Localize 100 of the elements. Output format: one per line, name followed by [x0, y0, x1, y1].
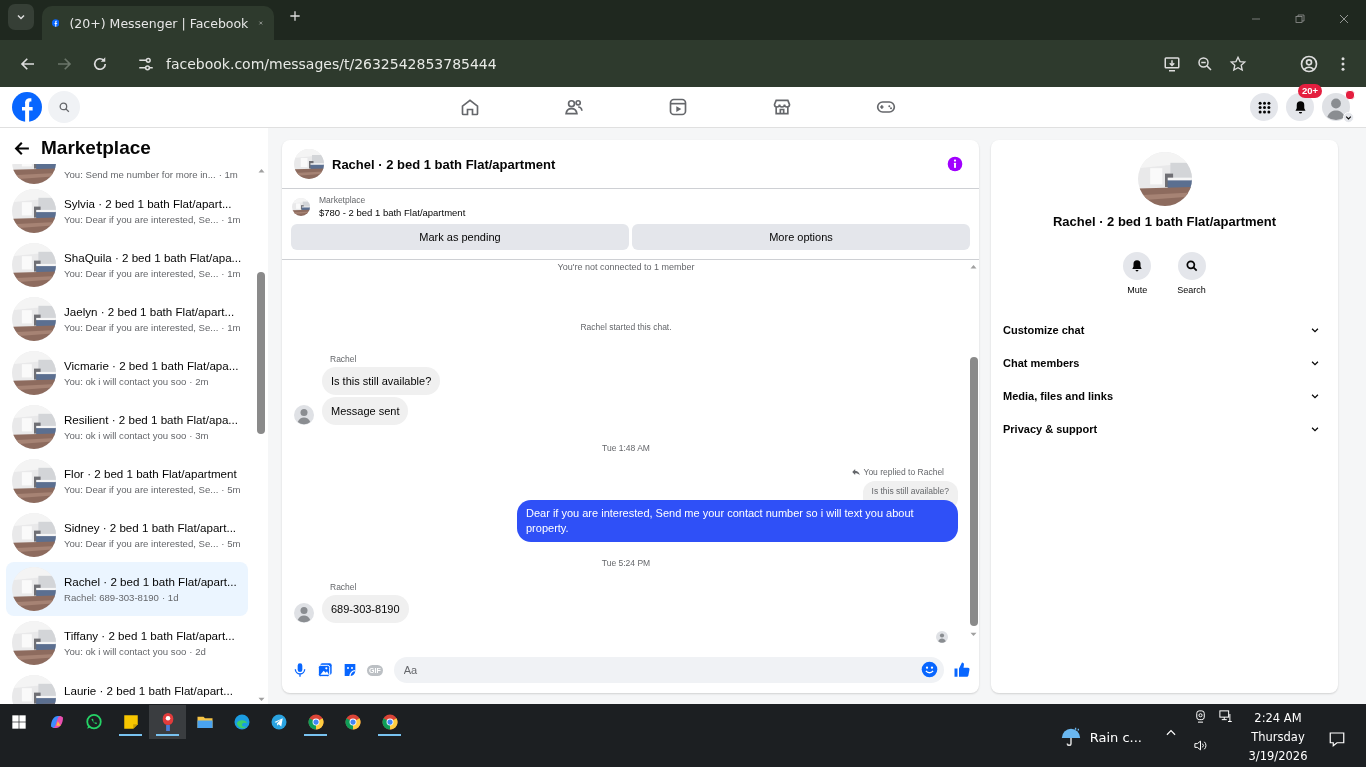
- info-icon[interactable]: [947, 156, 963, 172]
- search-button[interactable]: [48, 91, 80, 123]
- action-label: Mute: [1127, 285, 1148, 295]
- clock-time[interactable]: 2:24 AM: [1254, 709, 1302, 728]
- weather-text[interactable]: Rain c...: [1089, 729, 1142, 745]
- running-indicator: [378, 734, 401, 736]
- wave-icon: [232, 713, 251, 731]
- thread-title: Rachel · 2 bed 1 bath Flat/apart...: [64, 575, 237, 588]
- thread-title: ShaQuila · 2 bed 1 bath Flat/apa...: [64, 251, 242, 264]
- icon-button[interactable]: [1123, 252, 1152, 280]
- running-indicator: [119, 734, 142, 736]
- microphone-icon[interactable]: [292, 662, 308, 678]
- video-icon[interactable]: [668, 97, 688, 117]
- thread-item[interactable]: You: Send me number for more in... · 1m: [6, 164, 248, 184]
- new-tab-icon[interactable]: [288, 9, 302, 23]
- clock-date[interactable]: 3/19/2026: [1248, 747, 1308, 766]
- thread-preview: Rachel: 689-303-8190: [64, 592, 159, 603]
- thread-item[interactable]: ShaQuila · 2 bed 1 bath Flat/apa... You: Dear if you are interested, Se... · 1m: [6, 238, 248, 292]
- thread-title: Tiffany · 2 bed 1 bath Flat/apart...: [64, 629, 235, 642]
- timestamp: Tue 5:24 PM: [601, 558, 651, 568]
- thread-preview: You: ok i will contact you soo: [64, 376, 187, 387]
- star-icon[interactable]: [1229, 54, 1247, 73]
- message-bubble: Dear if you are interested, Send me your contact number so i will text you about property.: [517, 500, 958, 542]
- close-icon[interactable]: [1338, 13, 1350, 25]
- speaker-icon[interactable]: [1192, 738, 1208, 753]
- message-bubble: 689-303-8190: [322, 595, 409, 623]
- thread-title: Vicmarie · 2 bed 1 bath Flat/apa...: [64, 359, 239, 372]
- logo-icon[interactable]: [12, 92, 42, 122]
- people-icon[interactable]: [564, 97, 584, 117]
- thread-item[interactable]: Vicmarie · 2 bed 1 bath Flat/apa... You: ok i will contact you soo · 2m: [6, 346, 248, 400]
- message-field[interactable]: Aa: [393, 657, 944, 683]
- section-label[interactable]: Customize chat: [1003, 323, 1085, 336]
- thread-time: · 1m: [218, 168, 238, 180]
- notifications-button[interactable]: [1286, 93, 1314, 121]
- system-message: Rachel started this chat.: [580, 322, 672, 332]
- thread-time: · 1m: [221, 214, 241, 225]
- umbrella-icon[interactable]: [1059, 726, 1082, 748]
- zoom-icon[interactable]: [1196, 54, 1214, 73]
- network-icon[interactable]: [1217, 709, 1233, 724]
- action-button[interactable]: More options: [632, 224, 970, 250]
- thread-preview: You: Send me number for more in...: [64, 168, 216, 180]
- menu-button[interactable]: [1250, 93, 1278, 121]
- scrollbar-thumb[interactable]: [969, 357, 978, 626]
- action-label: Search: [1177, 285, 1206, 295]
- sidebar-title: Marketplace: [41, 137, 151, 159]
- thread-item[interactable]: Jaelyn · 2 bed 1 bath Flat/apart... You: Dear if you are interested, Se... · 1m: [6, 292, 248, 346]
- running-indicator: [156, 734, 179, 736]
- thread-item[interactable]: Sidney · 2 bed 1 bath Flat/apart... You: Dear if you are interested, Se... · 5m: [6, 508, 248, 562]
- section-label[interactable]: Media, files and links: [1003, 389, 1114, 402]
- photo-icon[interactable]: [317, 662, 333, 678]
- thread-preview: You: Dear if you are interested, Se...: [64, 538, 219, 549]
- tricolor-circle-icon: [306, 713, 325, 731]
- grid-icon: [1256, 99, 1272, 115]
- note-icon: [121, 713, 140, 731]
- thread-time: · 2m: [189, 376, 209, 387]
- scroll-up-icon[interactable]: [256, 166, 266, 175]
- message-bubble: Message sent: [322, 397, 409, 425]
- section-label[interactable]: Chat members: [1003, 356, 1080, 369]
- sticker-icon[interactable]: [342, 662, 358, 678]
- taskbar-app[interactable]: [149, 705, 186, 739]
- section-label[interactable]: Privacy & support: [1003, 422, 1098, 435]
- thread-preview: You: ok i will contact you soo: [64, 430, 187, 441]
- thread-preview: You: ok i will contact you soo: [64, 646, 187, 657]
- store-icon[interactable]: [772, 97, 792, 117]
- scrollbar-thumb[interactable]: [257, 272, 265, 434]
- chat-title: Rachel · 2 bed 1 bath Flat/apartment: [1052, 214, 1277, 229]
- chevron-down-icon[interactable]: [1343, 112, 1354, 123]
- browser-tab[interactable]: (20+) Messenger | Facebook: [42, 6, 274, 40]
- thread-preview: You: Dear if you are interested, Se...: [64, 322, 219, 333]
- thread-item[interactable]: Rachel · 2 bed 1 bath Flat/apart... Rachel: 689-303-8190 · 1d: [6, 562, 248, 616]
- avatar-icon: [294, 603, 314, 623]
- thread-preview: You: Dear if you are interested, Se...: [64, 484, 219, 495]
- restore-icon[interactable]: [1294, 13, 1306, 25]
- thread-title: Jaelyn · 2 bed 1 bath Flat/apart...: [64, 305, 236, 318]
- thread-item[interactable]: Sylvia · 2 bed 1 bath Flat/apart... You: Dear if you are interested, Se... · 1m: [6, 184, 248, 238]
- profile-icon[interactable]: [1299, 53, 1319, 74]
- thread-time: · 2d: [189, 646, 206, 657]
- thread-item[interactable]: Resilient · 2 bed 1 bath Flat/apa... You: ok i will contact you soo · 3m: [6, 400, 248, 454]
- tricolor-circle-icon: [343, 713, 362, 731]
- thread-time: · 5m: [221, 484, 241, 495]
- thread-item[interactable]: Tiffany · 2 bed 1 bath Flat/apart... You: ok i will contact you soo · 2d: [6, 616, 248, 670]
- install-icon[interactable]: [1163, 54, 1181, 73]
- sender-name: Rachel: [330, 354, 358, 364]
- emoji-icon[interactable]: [921, 661, 938, 678]
- icon-button[interactable]: [1177, 252, 1206, 280]
- notification-icon[interactable]: [1328, 730, 1346, 748]
- scroll-down-icon[interactable]: [969, 630, 978, 639]
- thread-title: Resilient · 2 bed 1 bath Flat/apa...: [64, 413, 238, 426]
- chat-title: Rachel · 2 bed 1 bath Flat/apartment: [332, 156, 557, 172]
- action-button[interactable]: Mark as pending: [291, 224, 629, 250]
- scroll-up-icon[interactable]: [969, 262, 978, 271]
- thumbs-up-icon[interactable]: [953, 661, 971, 679]
- thread-item[interactable]: Flor · 2 bed 1 bath Flat/apartment You: Dear if you are interested, Se... · 5m: [6, 454, 248, 508]
- windows-icon: [11, 714, 27, 730]
- thread-preview: You: Dear if you are interested, Se...: [64, 268, 219, 279]
- home-icon[interactable]: [460, 97, 480, 117]
- reply-icon: [850, 467, 861, 477]
- reply-note: You replied to Rachel: [863, 467, 944, 477]
- thread-time: · 1d: [161, 592, 179, 603]
- clock-day[interactable]: Thursday: [1251, 728, 1305, 747]
